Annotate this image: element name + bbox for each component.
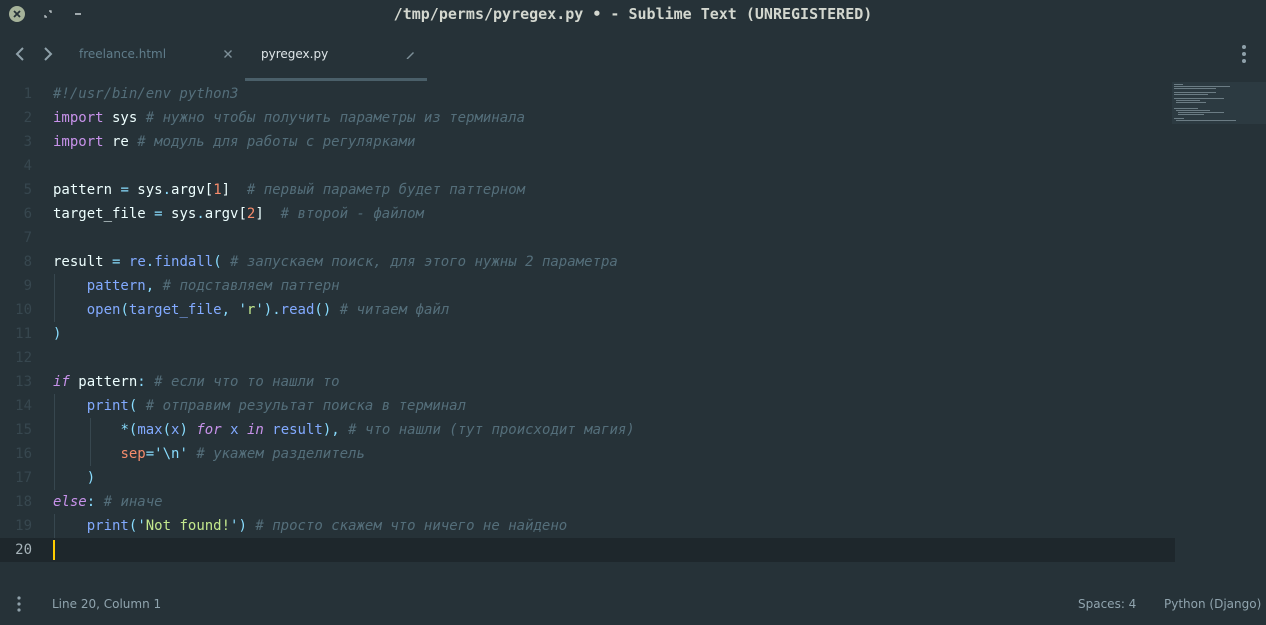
line-number: 17 [15, 470, 32, 486]
line-number: 14 [15, 398, 32, 414]
code-line: pattern = sys.argv[1] # первый параметр … [53, 182, 526, 198]
tab-freelance-html[interactable]: freelance.html [70, 28, 240, 82]
code-line: result = re.findall( # запускаем поиск, … [53, 254, 618, 270]
line-number: 4 [23, 158, 32, 174]
line-number: 18 [15, 494, 32, 510]
tab-pyregex-py[interactable]: pyregex.py [245, 28, 427, 82]
minimap-line [1174, 92, 1216, 93]
line-number: 12 [15, 350, 32, 366]
title-bar: /tmp/perms/pyregex.py • - Sublime Text (… [0, 0, 1266, 28]
active-tab-indicator [245, 78, 427, 81]
cursor-position: Line 20, Column 1 [52, 597, 162, 611]
line-number: 2 [23, 110, 32, 126]
code-line: import sys # нужно чтобы получить параме… [53, 110, 526, 126]
current-line-highlight [0, 538, 1175, 562]
tab-label: pyregex.py [261, 47, 329, 61]
code-line: target_file = sys.argv[2] # второй - фай… [53, 206, 424, 222]
pencil-icon [406, 52, 414, 59]
line-number: 8 [23, 254, 32, 270]
minimap-line [1176, 100, 1200, 101]
line-number: 3 [23, 134, 32, 150]
status-bar: Line 20, Column 1 Spaces: 4 Python (Djan… [0, 585, 1266, 625]
line-number: 5 [23, 182, 32, 198]
line-number: 11 [15, 326, 32, 342]
tab-label: freelance.html [79, 47, 167, 61]
line-number-current: 20 [15, 542, 32, 558]
line-number: 19 [15, 518, 32, 534]
minimap-line [1176, 120, 1236, 121]
minimap-line [1174, 108, 1198, 109]
chevron-right-icon[interactable] [41, 46, 55, 62]
code-line: open(target_file, 'r').read() # читаем ф… [86, 302, 450, 318]
syntax-selector[interactable]: Python (Django) [1164, 597, 1261, 611]
code-line: else: # иначе [53, 494, 163, 510]
minimap-line [1178, 114, 1204, 115]
minimap[interactable] [1172, 82, 1266, 124]
code-line: if pattern: # если что то нашли то [53, 374, 340, 390]
tab-bar: freelance.html pyregex.py [0, 28, 1266, 82]
minimap-line [1174, 118, 1184, 119]
line-number: 10 [15, 302, 32, 318]
code-line: import re # модуль для работы с регулярк… [53, 134, 416, 150]
minimap-line [1176, 110, 1210, 111]
code-line: pattern, # подставляем паттерн [86, 278, 340, 294]
line-number: 16 [15, 446, 32, 462]
code-line: print( # отправим результат поиска в тер… [86, 398, 467, 414]
vertical-dots-icon[interactable] [16, 596, 22, 612]
minimap-line [1176, 102, 1206, 103]
minimap-line [1174, 88, 1216, 89]
code-line: #!/usr/bin/env python3 [53, 86, 239, 102]
minimap-line [1174, 86, 1230, 87]
line-number: 13 [15, 374, 32, 390]
line-number: 9 [23, 278, 32, 294]
window-title: /tmp/perms/pyregex.py • - Sublime Text (… [393, 5, 873, 23]
line-number: 15 [15, 422, 32, 438]
tab-close-icon[interactable] [223, 49, 233, 59]
chevron-left-icon[interactable] [14, 46, 28, 62]
code-editor[interactable]: 1 2 3 4 5 6 7 8 9 10 11 12 13 14 15 16 1… [0, 82, 1266, 582]
code-line: ) [53, 326, 62, 342]
text-caret [53, 540, 55, 560]
minimap-line [1174, 94, 1208, 95]
code-line: print('Not found!') # просто скажем что … [86, 518, 568, 534]
indentation-setting[interactable]: Spaces: 4 [1078, 597, 1136, 611]
line-number: 7 [23, 230, 32, 246]
minimap-line [1178, 112, 1224, 113]
code-line: ) [86, 470, 96, 486]
code-line: *(max(x) for x in result), # что нашли (… [120, 422, 635, 438]
line-number: 6 [23, 206, 32, 222]
code-line: sep='\n' # укажем разделитель [120, 446, 365, 462]
minimap-line [1174, 98, 1224, 99]
vertical-dots-icon[interactable] [1238, 44, 1250, 64]
line-number: 1 [23, 86, 32, 102]
minimap-line [1174, 84, 1183, 85]
